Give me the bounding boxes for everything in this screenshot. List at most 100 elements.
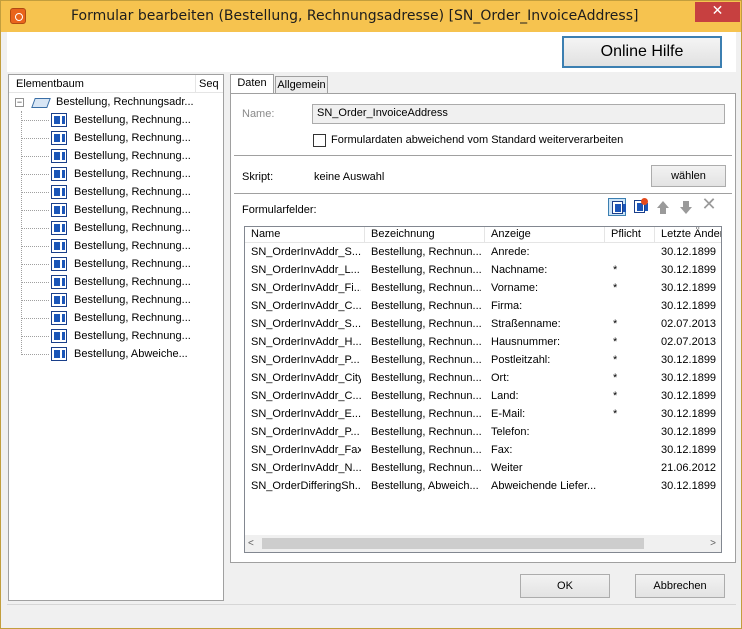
scroll-left-icon[interactable]: < xyxy=(248,538,254,549)
add-field-button[interactable] xyxy=(631,198,649,216)
move-up-button[interactable] xyxy=(654,198,672,216)
tree-item[interactable]: Bestellung, Rechnung... xyxy=(21,274,221,292)
table-cell: 30.12.1899 xyxy=(661,264,717,276)
table-cell: SN_OrderInvAddr_City xyxy=(251,372,361,384)
tree-item[interactable]: Bestellung, Rechnung... xyxy=(21,166,221,184)
table-cell: SN_OrderInvAddr_P... xyxy=(251,354,360,366)
tree-col-seq[interactable]: Seq xyxy=(199,78,219,90)
tree-item-label: Bestellung, Rechnung... xyxy=(74,330,191,342)
col-bezeichnung[interactable]: Bezeichnung xyxy=(365,227,485,243)
table-cell: 30.12.1899 xyxy=(661,480,717,492)
cancel-button[interactable]: Abbrechen xyxy=(635,574,725,598)
tree-item[interactable]: Bestellung, Rechnung... xyxy=(21,202,221,220)
tree-item-label: Bestellung, Rechnung... xyxy=(74,168,191,180)
table-cell: * xyxy=(613,336,618,348)
table-cell: 30.12.1899 xyxy=(661,444,717,456)
tree-col-separator[interactable] xyxy=(195,75,196,93)
tree-item[interactable]: Bestellung, Rechnung... xyxy=(21,238,221,256)
title-bar[interactable]: Formular bearbeiten (Bestellung, Rechnun… xyxy=(1,1,741,32)
table-row[interactable]: SN_OrderInvAddr_C... Bestellung, Rechnun.… xyxy=(245,298,721,316)
tree-item[interactable]: Bestellung, Rechnung... xyxy=(21,148,221,166)
table-cell: Bestellung, Rechnun... xyxy=(371,444,481,456)
table-cell: SN_OrderInvAddr_E... xyxy=(251,408,361,420)
table-row[interactable]: SN_OrderInvAddr_C... Bestellung, Rechnun.… xyxy=(245,388,721,406)
table-row[interactable]: SN_OrderInvAddr_P... Bestellung, Rechnun.… xyxy=(245,352,721,370)
close-button[interactable]: ✕ xyxy=(695,2,740,22)
table-row[interactable]: SN_OrderInvAddr_N... Bestellung, Rechnun.… xyxy=(245,460,721,478)
form-field-icon xyxy=(612,201,626,214)
tree-item[interactable]: Bestellung, Rechnung... xyxy=(21,220,221,238)
table-cell: Bestellung, Abweich... xyxy=(371,480,479,492)
process-differently-checkbox[interactable] xyxy=(313,134,326,147)
scroll-right-icon[interactable]: > xyxy=(710,538,716,549)
col-letzte-aenderung[interactable]: Letzte Änder xyxy=(655,227,721,243)
table-cell: Weiter xyxy=(491,462,523,474)
delete-field-button[interactable]: ✕ xyxy=(700,196,718,216)
table-cell: Bestellung, Rechnun... xyxy=(371,390,481,402)
tree-item[interactable]: Bestellung, Rechnung... xyxy=(21,130,221,148)
ok-button[interactable]: OK xyxy=(520,574,610,598)
table-row[interactable]: SN_OrderInvAddr_H... Bestellung, Rechnun.… xyxy=(245,334,721,352)
tab-allgemein[interactable]: Allgemein xyxy=(275,76,328,94)
tree-connector xyxy=(21,120,49,121)
table-cell: * xyxy=(613,264,618,276)
tree-item-label: Bestellung, Abweiche... xyxy=(74,348,188,360)
window-title: Formular bearbeiten (Bestellung, Rechnun… xyxy=(71,8,639,24)
tree-connector xyxy=(21,300,49,301)
tree-item-label: Bestellung, Rechnung... xyxy=(74,276,191,288)
tree-connector xyxy=(21,246,49,247)
table-cell: Nachname: xyxy=(491,264,548,276)
tree-connector xyxy=(21,156,49,157)
online-help-button[interactable]: Online Hilfe xyxy=(562,36,722,68)
tree-item[interactable]: Bestellung, Rechnung... xyxy=(21,112,221,130)
table-row[interactable]: SN_OrderInvAddr_City Bestellung, Rechnun.… xyxy=(245,370,721,388)
form-field-icon xyxy=(51,221,67,235)
tree-item[interactable]: Bestellung, Rechnung... xyxy=(21,310,221,328)
form-field-icon xyxy=(51,275,67,289)
tab-daten[interactable]: Daten xyxy=(230,74,274,94)
move-down-button[interactable] xyxy=(677,198,695,216)
form-fields-list[interactable]: Name Bezeichnung Anzeige Pflicht Letzte … xyxy=(244,226,722,553)
table-cell: Bestellung, Rechnun... xyxy=(371,426,481,438)
table-row[interactable]: SN_OrderInvAddr_E... Bestellung, Rechnun.… xyxy=(245,406,721,424)
field-view-button[interactable] xyxy=(608,198,626,216)
table-cell: Anrede: xyxy=(491,246,530,258)
process-differently-label[interactable]: Formulardaten abweichend vom Standard we… xyxy=(331,134,623,146)
table-row[interactable]: SN_OrderInvAddr_S... Bestellung, Rechnun.… xyxy=(245,316,721,334)
tree-item[interactable]: Bestellung, Abweiche... xyxy=(21,346,221,364)
table-cell: Bestellung, Rechnun... xyxy=(371,246,481,258)
table-row[interactable]: SN_OrderInvAddr_Fax Bestellung, Rechnun..… xyxy=(245,442,721,460)
form-field-icon xyxy=(51,257,67,271)
col-pflicht[interactable]: Pflicht xyxy=(605,227,655,243)
horizontal-scrollbar[interactable]: < > xyxy=(245,535,721,552)
choose-script-button[interactable]: wählen xyxy=(651,165,726,187)
tree-connector xyxy=(21,192,49,193)
tree-item[interactable]: Bestellung, Rechnung... xyxy=(21,256,221,274)
name-field: SN_Order_InvoiceAddress xyxy=(312,104,725,124)
tree-col-element[interactable]: Elementbaum xyxy=(16,78,84,90)
tree-item[interactable]: Bestellung, Rechnung... xyxy=(21,184,221,202)
table-cell: SN_OrderInvAddr_L... xyxy=(251,264,360,276)
form-field-icon xyxy=(51,149,67,163)
table-row[interactable]: SN_OrderInvAddr_Fi... Bestellung, Rechnun… xyxy=(245,280,721,298)
table-cell: SN_OrderInvAddr_S... xyxy=(251,246,361,258)
scroll-thumb[interactable] xyxy=(262,538,644,549)
table-cell: 30.12.1899 xyxy=(661,282,717,294)
col-anzeige[interactable]: Anzeige xyxy=(485,227,605,243)
table-cell: Ort: xyxy=(491,372,510,384)
element-tree[interactable]: Elementbaum Seq − Bestellung, Rechnungsa… xyxy=(8,74,224,601)
table-row[interactable]: SN_OrderInvAddr_L... Bestellung, Rechnun.… xyxy=(245,262,721,280)
tree-item[interactable]: Bestellung, Rechnung... xyxy=(21,328,221,346)
table-cell: Hausnummer: xyxy=(491,336,561,348)
collapse-icon[interactable]: − xyxy=(15,98,24,107)
table-row[interactable]: SN_OrderInvAddr_S... Bestellung, Rechnun.… xyxy=(245,244,721,262)
table-row[interactable]: SN_OrderDifferingSh... Bestellung, Abweic… xyxy=(245,478,721,496)
table-cell: Bestellung, Rechnun... xyxy=(371,264,481,276)
tree-root[interactable]: − Bestellung, Rechnungsadr... xyxy=(13,95,223,111)
col-name[interactable]: Name xyxy=(245,227,365,243)
tree-item[interactable]: Bestellung, Rechnung... xyxy=(21,292,221,310)
form-field-icon xyxy=(51,347,67,361)
table-cell: Bestellung, Rechnun... xyxy=(371,462,481,474)
table-row[interactable]: SN_OrderInvAddr_P... Bestellung, Rechnun.… xyxy=(245,424,721,442)
table-cell: 30.12.1899 xyxy=(661,354,717,366)
